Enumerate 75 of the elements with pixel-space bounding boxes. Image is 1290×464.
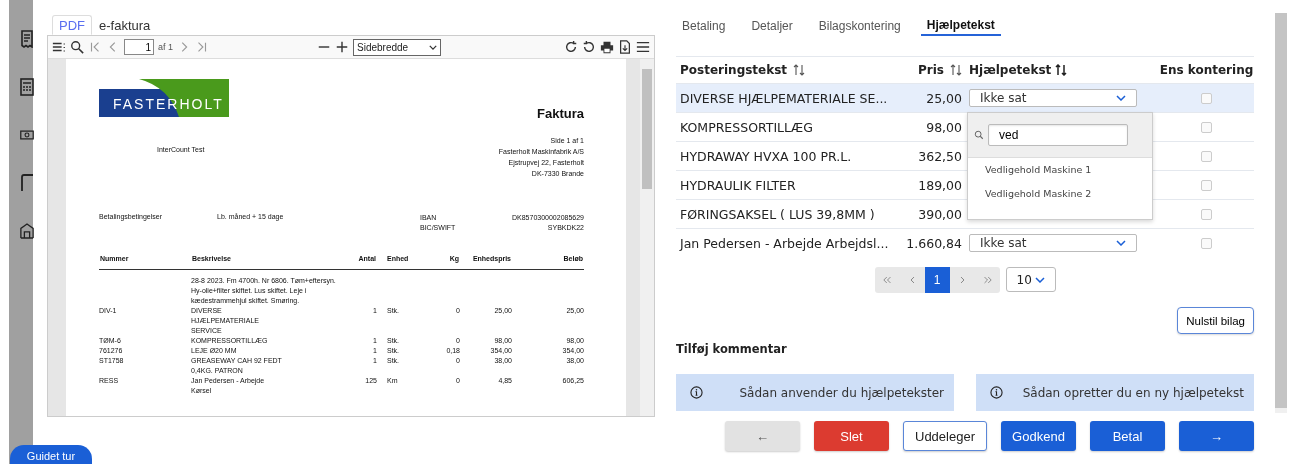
info-icon: [690, 386, 703, 399]
viewer-tab[interactable]: PDF: [52, 15, 92, 35]
action-button[interactable]: Uddeleger: [903, 421, 987, 451]
action-button[interactable]: ←: [725, 421, 800, 451]
table-cell: 98,00: [926, 119, 962, 135]
checkbox[interactable]: [1201, 150, 1212, 162]
column-header[interactable]: Pris: [918, 63, 944, 77]
table-cell: DIVERSE HJÆLPEMATERIALE SE...: [680, 90, 888, 106]
checkbox[interactable]: [1201, 121, 1212, 133]
action-button[interactable]: Slet: [814, 421, 889, 451]
column-header[interactable]: Hjælpetekst: [969, 63, 1052, 77]
calculator-icon[interactable]: [20, 78, 34, 96]
chevron-down-icon: [429, 44, 437, 50]
page-number-field[interactable]: 1: [124, 39, 154, 55]
table-cell: KOMPRESSORTILLÆG: [680, 119, 813, 135]
table-cell: 25,00: [926, 90, 962, 106]
reset-button[interactable]: Nulstil bilag: [1177, 307, 1254, 334]
table-cell: 189,00: [918, 177, 962, 193]
viewer-tab[interactable]: e-faktura: [92, 15, 158, 35]
guided-tour-button[interactable]: Guidet tur: [10, 445, 92, 464]
table-cell: HYDRAULIK FILTER: [680, 177, 796, 193]
checkbox[interactable]: [1201, 237, 1212, 249]
search-icon: [974, 130, 984, 140]
help-link[interactable]: Sådan opretter du en ny hjælpetekst: [976, 374, 1254, 411]
invoice-title: Faktura: [537, 106, 584, 121]
tab[interactable]: Betaling: [676, 16, 732, 36]
help-text-select[interactable]: Ikke sat: [969, 89, 1137, 107]
sidebar-toggle-icon[interactable]: [52, 40, 66, 54]
table-row[interactable]: DIVERSE HJÆLPEMATERIALE SE... 25,00 Ikke sat: [676, 83, 1254, 112]
column-header[interactable]: Posteringstekst: [680, 63, 788, 77]
table-cell: HYDRAWAY HVXA 100 PR.L.: [680, 148, 852, 164]
sort-icon[interactable]: [950, 64, 962, 76]
help-link[interactable]: Sådan anvender du hjælpetekster: [676, 374, 954, 411]
page-size-select[interactable]: 10: [1005, 267, 1056, 292]
comment-label: Tilføj kommentar: [676, 342, 788, 356]
chevron-down-icon: [1116, 95, 1126, 101]
table-cell: 362,50: [918, 148, 962, 164]
rotate-counterclockwise-icon[interactable]: [582, 40, 596, 54]
print-icon[interactable]: [600, 40, 614, 54]
zoom-in-icon[interactable]: [335, 40, 349, 54]
chevron-down-icon: [1116, 240, 1126, 246]
search-icon[interactable]: [70, 40, 84, 54]
tab[interactable]: Detaljer: [745, 16, 799, 36]
info-icon: [990, 386, 1003, 399]
table-cell: FØRINGSAKSEL ( LUS 39,8MM ): [680, 206, 875, 222]
rotate-clockwise-icon[interactable]: [564, 40, 578, 54]
checkbox[interactable]: [1201, 179, 1212, 191]
tab[interactable]: Hjælpetekst: [920, 16, 1001, 36]
page-count: af 1: [158, 42, 173, 52]
checkbox[interactable]: [1201, 92, 1212, 104]
download-icon[interactable]: [618, 40, 632, 54]
table-cell: 1.660,84: [906, 235, 962, 251]
action-button[interactable]: Betal: [1090, 421, 1165, 451]
table-row[interactable]: Jan Pedersen - Arbejde Arbejdsl... 1.660,84 Ikke sat: [676, 228, 1254, 257]
sort-icon[interactable]: [793, 64, 806, 76]
scrollbar[interactable]: [1275, 13, 1287, 413]
scrollbar[interactable]: [640, 59, 654, 416]
action-button[interactable]: →: [1179, 421, 1254, 451]
tab[interactable]: Bilagskontering: [812, 16, 907, 36]
building-icon[interactable]: [20, 222, 34, 240]
table-cell: 390,00: [918, 206, 962, 222]
checkbox[interactable]: [1201, 208, 1212, 220]
search-field[interactable]: ved: [988, 124, 1128, 146]
page-button[interactable]: 1: [924, 267, 950, 293]
help-text-select[interactable]: Ikke sat: [969, 234, 1137, 252]
chevron-down-icon: [1034, 276, 1045, 283]
zoom-select[interactable]: Sidebredde: [353, 38, 441, 56]
sort-icon[interactable]: [1055, 64, 1068, 76]
last-page-icon[interactable]: [195, 40, 209, 54]
receipt-icon[interactable]: [20, 30, 34, 48]
action-button[interactable]: Godkend: [1001, 421, 1076, 451]
menu-icon[interactable]: [636, 40, 650, 54]
column-header: Ens kontering: [1159, 63, 1254, 77]
folder-icon[interactable]: [20, 174, 34, 192]
table-cell: Jan Pedersen - Arbejde Arbejdsl...: [680, 235, 889, 251]
